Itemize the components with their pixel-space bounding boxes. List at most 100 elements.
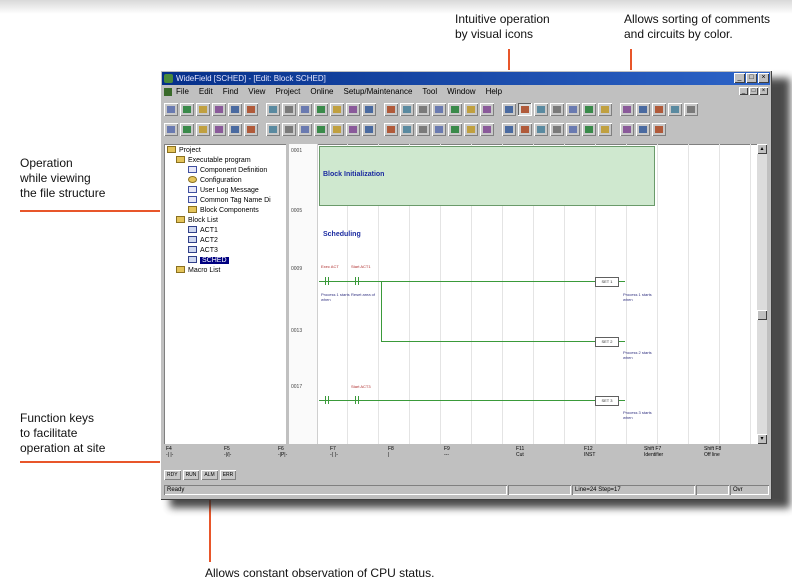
document-icon[interactable] bbox=[164, 88, 172, 96]
toolbar-button[interactable] bbox=[582, 103, 596, 116]
tree-item-common-tag-name[interactable]: Common Tag Name Di bbox=[188, 196, 271, 206]
fkey-f11[interactable]: F11 Cut bbox=[516, 446, 564, 458]
toolbar-button[interactable] bbox=[196, 123, 210, 136]
tree-item-act2[interactable]: ACT2 bbox=[188, 236, 218, 246]
toolbar-button[interactable] bbox=[448, 103, 462, 116]
toolbar-button[interactable] bbox=[346, 103, 360, 116]
tree-item-configuration[interactable]: Configuration bbox=[188, 176, 242, 186]
toolbar-button[interactable] bbox=[518, 123, 532, 136]
ladder-editor[interactable]: 0001 0005 0009 0013 0017 Block Initializ… bbox=[289, 144, 757, 444]
toolbar-button[interactable] bbox=[330, 123, 344, 136]
scroll-up-button[interactable]: ▴ bbox=[757, 144, 767, 154]
toolbar-button[interactable] bbox=[314, 123, 328, 136]
toolbar-button[interactable] bbox=[164, 123, 178, 136]
toolbar-button[interactable] bbox=[448, 123, 462, 136]
toolbar-button[interactable] bbox=[480, 123, 494, 136]
toolbar-button[interactable] bbox=[196, 103, 210, 116]
toolbar-button[interactable] bbox=[432, 123, 446, 136]
mdi-minimize-button[interactable]: _ bbox=[739, 87, 748, 95]
toolbar-button[interactable] bbox=[228, 103, 242, 116]
menu-tool[interactable]: Tool bbox=[422, 86, 437, 98]
toolbar-button[interactable] bbox=[164, 103, 178, 116]
tree-item-component-definition[interactable]: Component Definition bbox=[188, 166, 267, 176]
toolbar-button[interactable] bbox=[400, 103, 414, 116]
scroll-thumb[interactable] bbox=[757, 310, 767, 320]
toolbar-button[interactable] bbox=[266, 103, 280, 116]
toolbar-button[interactable] bbox=[534, 103, 548, 116]
toolbar-button[interactable] bbox=[416, 123, 430, 136]
toolbar-button[interactable] bbox=[598, 123, 612, 136]
toolbar-button[interactable] bbox=[582, 123, 596, 136]
tree-item-project[interactable]: Project bbox=[167, 146, 201, 156]
toolbar-button[interactable] bbox=[550, 103, 564, 116]
toolbar-button[interactable] bbox=[620, 103, 634, 116]
toolbar-button[interactable] bbox=[282, 103, 296, 116]
ladder-vertical-scrollbar[interactable]: ▴ ▾ bbox=[757, 144, 767, 444]
toolbar-button[interactable] bbox=[228, 123, 242, 136]
menu-project[interactable]: Project bbox=[275, 86, 300, 98]
fkey-f12[interactable]: F12 INST bbox=[584, 446, 632, 458]
toolbar-button[interactable] bbox=[362, 103, 376, 116]
toolbar-button[interactable] bbox=[480, 103, 494, 116]
toolbar-button[interactable] bbox=[652, 103, 666, 116]
toolbar-button[interactable] bbox=[464, 123, 478, 136]
toolbar-button[interactable] bbox=[180, 103, 194, 116]
menu-window[interactable]: Window bbox=[447, 86, 475, 98]
contact-icon[interactable] bbox=[323, 396, 331, 404]
tree-item-macro-list[interactable]: Macro List bbox=[176, 266, 220, 276]
toolbar-button[interactable] bbox=[212, 103, 226, 116]
toolbar-button[interactable] bbox=[400, 123, 414, 136]
toolbar-button[interactable] bbox=[314, 103, 328, 116]
close-button[interactable]: × bbox=[758, 73, 769, 83]
toolbar-button[interactable] bbox=[668, 103, 682, 116]
tree-item-executable-program[interactable]: Executable program bbox=[176, 156, 251, 166]
contact-icon[interactable] bbox=[323, 277, 331, 285]
toolbar-button[interactable] bbox=[266, 123, 280, 136]
menu-online[interactable]: Online bbox=[310, 86, 333, 98]
tree-item-act3[interactable]: ACT3 bbox=[188, 246, 218, 256]
set-coil[interactable]: SET 1 bbox=[595, 277, 619, 287]
toolbar-button[interactable] bbox=[464, 103, 478, 116]
toolbar-button[interactable] bbox=[212, 123, 226, 136]
toolbar-button[interactable] bbox=[416, 103, 430, 116]
toolbar-button[interactable] bbox=[534, 123, 548, 136]
tree-item-block-components[interactable]: Block Components bbox=[188, 206, 259, 216]
fkey-f8[interactable]: F8 | bbox=[388, 446, 436, 458]
toolbar-button[interactable] bbox=[598, 103, 612, 116]
toolbar-button[interactable] bbox=[502, 123, 516, 136]
mdi-close-button[interactable]: × bbox=[759, 87, 768, 95]
toolbar-button[interactable] bbox=[652, 123, 666, 136]
toolbar-button[interactable] bbox=[244, 103, 258, 116]
toolbar-button[interactable] bbox=[550, 123, 564, 136]
toolbar-button[interactable] bbox=[384, 123, 398, 136]
fkey-f9[interactable]: F9 --- bbox=[444, 446, 492, 458]
mdi-restore-button[interactable]: □ bbox=[749, 87, 758, 95]
fkey-f5[interactable]: F5 -|/|- bbox=[224, 446, 272, 458]
toolbar-button[interactable] bbox=[636, 123, 650, 136]
set-coil[interactable]: SET 2 bbox=[595, 337, 619, 347]
menu-help[interactable]: Help bbox=[486, 86, 502, 98]
minimize-button[interactable]: _ bbox=[734, 73, 745, 83]
fkey-f7[interactable]: F7 -( )- bbox=[330, 446, 378, 458]
toolbar-button[interactable] bbox=[298, 103, 312, 116]
toolbar-button[interactable] bbox=[566, 123, 580, 136]
toolbar-button[interactable] bbox=[330, 103, 344, 116]
fkey-shift-f7[interactable]: Shift F7 Identifier bbox=[644, 446, 692, 458]
toolbar-button[interactable] bbox=[346, 123, 360, 136]
menu-file[interactable]: File bbox=[176, 86, 189, 98]
toolbar-button[interactable] bbox=[566, 103, 580, 116]
toolbar-button[interactable] bbox=[636, 103, 650, 116]
toolbar-button[interactable] bbox=[684, 103, 698, 116]
toolbar-button[interactable] bbox=[620, 123, 634, 136]
fkey-f6[interactable]: F6 -|P|- bbox=[278, 446, 326, 458]
toolbar-button[interactable] bbox=[298, 123, 312, 136]
contact-icon[interactable] bbox=[353, 277, 361, 285]
contact-icon[interactable] bbox=[353, 396, 361, 404]
tree-item-sched[interactable]: SCHED bbox=[188, 256, 229, 266]
set-coil[interactable]: SET 3 bbox=[595, 396, 619, 406]
toolbar-button[interactable] bbox=[362, 123, 376, 136]
toolbar-button[interactable] bbox=[384, 103, 398, 116]
menu-edit[interactable]: Edit bbox=[199, 86, 213, 98]
menu-find[interactable]: Find bbox=[223, 86, 239, 98]
project-tree[interactable]: Project Executable program Component Def… bbox=[164, 144, 286, 444]
